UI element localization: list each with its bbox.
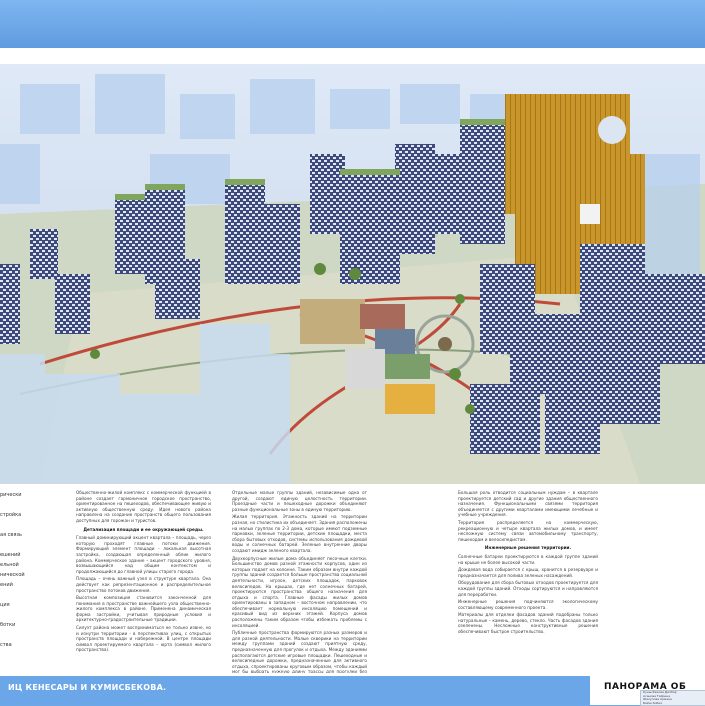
text-paragraph: Общественно-жилой комплекс с коммерческо… [76, 490, 211, 523]
text-column-3: Большая роль отводится социальным нуждам… [458, 490, 598, 637]
left-strip-line: ений [0, 582, 13, 588]
left-strip-line: нической [0, 572, 25, 578]
text-paragraph: Детализация площади и ее окружающей сред… [83, 526, 204, 532]
left-text-strip: рически стройка ая связь ешений ельной ническ… [0, 484, 25, 674]
panorama-render-svg [0, 64, 705, 484]
left-strip-line: стройка [0, 512, 22, 518]
panorama-render-image [0, 64, 705, 484]
stamp-line: Байш Зибия [643, 700, 663, 705]
text-paragraph: Площадь – очень важный узел в структуре … [76, 576, 211, 593]
left-strip-line: ешений [0, 552, 21, 558]
text-column-1: Общественно-жилой комплекс с коммерческо… [76, 490, 211, 655]
text-paragraph: Территория распределяется на коммерческу… [458, 519, 598, 542]
left-strip-line: ботки [0, 622, 16, 628]
text-paragraph: Инженерные решения территории. [484, 545, 572, 551]
text-paragraph: Главный доминирующий акцент квартала – п… [76, 535, 211, 574]
text-paragraph: Двухкорпусные жилые дома объединяет песо… [232, 555, 367, 628]
text-paragraph: Большая роль отводится социальным нуждам… [458, 490, 598, 518]
text-paragraph: Жилая территория. Этажность зданий на те… [232, 514, 367, 553]
left-strip-line: ция [0, 602, 10, 608]
title-stamp: Кунысбекова Дилбар Асанова Тайрена Жакупов… [640, 690, 705, 706]
left-strip-line: ельной [0, 562, 19, 568]
text-paragraph: Силуэт района может восприниматься не то… [76, 625, 211, 653]
authors-text: ИЦ КЕНЕСАРЫ И КУМИСБЕКОВА. [8, 683, 167, 692]
top-band [0, 0, 705, 48]
left-strip-line: ая связь [0, 532, 22, 538]
text-paragraph: Солнечные батареи проектируются в каждой… [458, 553, 598, 565]
left-strip-line: рически [0, 492, 22, 498]
text-column-2: Отдельные малые группы зданий, независим… [232, 490, 367, 683]
text-paragraph: Материалы для отделки фасадов зданий под… [458, 612, 598, 635]
description-text-area: рически стройка ая связь ешений ельной ническ… [0, 484, 705, 680]
text-paragraph: Высотная композиция становится законченн… [76, 595, 211, 623]
text-paragraph: Инженерные решения подчиняются экологиче… [458, 599, 598, 610]
text-paragraph: Дождевая вода собирается с крыш, хранитс… [458, 567, 598, 578]
left-strip-line: ства [0, 642, 12, 648]
text-paragraph: Отдельные малые группы зданий, независим… [232, 490, 367, 512]
text-paragraph: Оборудование для сбора бытовых отходов п… [458, 580, 598, 597]
